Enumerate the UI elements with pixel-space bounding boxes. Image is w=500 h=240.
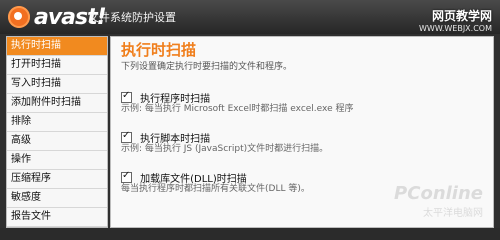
watermark-top-url: WWW.WEBJX.COM bbox=[419, 24, 492, 33]
sidebar-item-advanced[interactable]: 高级 bbox=[7, 132, 107, 151]
avast-settings-window: avast! 文件系统防护设置 网页教学网 WWW.WEBJX.COM 执行时扫… bbox=[0, 0, 500, 228]
avast-logo-icon bbox=[8, 6, 30, 28]
sidebar-item-report-file[interactable]: 报告文件 bbox=[7, 208, 107, 227]
title-bar: avast! 文件系统防护设置 网页教学网 WWW.WEBJX.COM bbox=[0, 0, 500, 34]
settings-panel: 执行时扫描 下列设置确定执行时要扫描的文件和程序。 执行程序时扫描 示例: 每当… bbox=[110, 36, 494, 228]
pconline-brand: PConline bbox=[394, 183, 483, 204]
page-subtitle: 下列设置确定执行时要扫描的文件和程序。 bbox=[121, 62, 293, 72]
sidebar-item-exclusions[interactable]: 排除 bbox=[7, 113, 107, 132]
pconline-cn: 太平洋电脑网 bbox=[423, 208, 483, 219]
sidebar-item-write-scan[interactable]: 写入时扫描 bbox=[7, 75, 107, 94]
sidebar-item-attachment-scan[interactable]: 添加附件时扫描 bbox=[7, 94, 107, 113]
sidebar: 执行时扫描 打开时扫描 写入时扫描 添加附件时扫描 排除 高级 操作 压缩程序 … bbox=[6, 36, 108, 228]
watermark-top: 网页教学网 WWW.WEBJX.COM bbox=[419, 7, 492, 33]
watermark-top-title: 网页教学网 bbox=[431, 9, 492, 23]
pconline-watermark: PConline 太平洋电脑网 bbox=[394, 183, 483, 219]
option-description: 每当执行程序时都扫描所有关联文件(DLL 等)。 bbox=[121, 184, 310, 194]
page-title: 执行时扫描 bbox=[121, 41, 197, 59]
option-description: 示例: 每当执行 JS (JavaScript)文件时都进行扫描。 bbox=[121, 144, 329, 154]
sidebar-item-execute-scan[interactable]: 执行时扫描 bbox=[7, 37, 107, 56]
sidebar-item-sensitivity[interactable]: 敏感度 bbox=[7, 189, 107, 208]
sidebar-item-packers[interactable]: 压缩程序 bbox=[7, 170, 107, 189]
sidebar-item-open-scan[interactable]: 打开时扫描 bbox=[7, 56, 107, 75]
option-description: 示例: 每当执行 Microsoft Excel时都扫描 excel.exe 程… bbox=[121, 104, 354, 114]
window-title: 文件系统防护设置 bbox=[88, 11, 176, 24]
sidebar-item-actions[interactable]: 操作 bbox=[7, 151, 107, 170]
